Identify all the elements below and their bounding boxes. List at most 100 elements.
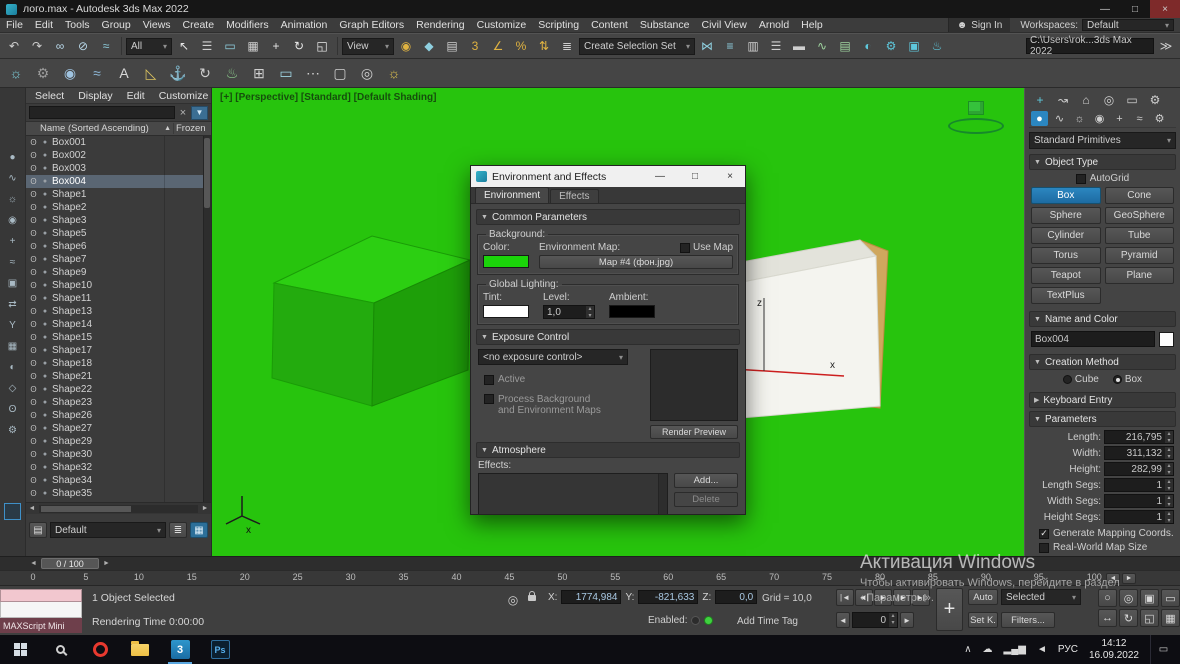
object-color-dot-icon[interactable]: ● — [41, 464, 49, 471]
background-color-swatch[interactable] — [483, 255, 529, 268]
add-time-tag[interactable]: Add Time Tag — [737, 616, 798, 627]
object-color-dot-icon[interactable]: ● — [41, 308, 49, 315]
scene-object-row[interactable]: ʘ ● Shape35 — [26, 487, 211, 500]
taskbar-opera-button[interactable] — [80, 635, 120, 664]
exposure-active-checkbox[interactable] — [484, 375, 494, 385]
object-name-field[interactable]: Box004 — [1031, 331, 1155, 347]
dialog-minimize-button[interactable]: — — [645, 166, 675, 187]
teapot-icon[interactable]: ♨ — [220, 61, 244, 85]
eye-icon[interactable]: ◎ — [355, 61, 379, 85]
taskbar-search-button[interactable] — [40, 635, 80, 664]
frozen-column-header[interactable]: Frozen — [173, 123, 211, 134]
real-world-map-checkbox[interactable] — [1039, 543, 1049, 553]
lock-selection-icon[interactable] — [524, 589, 540, 605]
rollout-creation-method[interactable]: Creation Method — [1029, 354, 1176, 370]
visibility-eye-icon[interactable]: ʘ — [29, 333, 38, 342]
parameter-spinner[interactable]: 311,132 — [1104, 446, 1174, 460]
listener-pane[interactable] — [0, 602, 82, 618]
dialog-titlebar[interactable]: Environment and Effects — □ × — [471, 166, 745, 187]
display-geometry-icon[interactable]: ● — [4, 150, 22, 164]
key-filters-button[interactable]: Filters... — [1001, 612, 1055, 628]
scene-object-row[interactable]: ʘ ● Shape3 — [26, 214, 211, 227]
track-left-icon[interactable]: ◄ — [28, 560, 39, 567]
scene-explorer-toggle-icon[interactable]: ▥ — [742, 36, 764, 56]
listbox-scrollbar[interactable] — [658, 474, 667, 515]
angle-snap-icon[interactable]: ∠ — [487, 36, 509, 56]
object-color-dot-icon[interactable]: ● — [41, 425, 49, 432]
explorer-menu-item[interactable]: Select — [28, 90, 71, 102]
spinner-arrows-icon[interactable] — [1165, 462, 1174, 476]
search-clear-icon[interactable]: × — [177, 107, 189, 119]
object-color-dot-icon[interactable]: ● — [41, 412, 49, 419]
visibility-eye-icon[interactable]: ʘ — [29, 489, 38, 498]
add-effect-button[interactable]: Add... — [674, 473, 738, 488]
spacewarps-category-icon[interactable]: ≈ — [1131, 111, 1148, 126]
zoom-region-icon[interactable]: ▭ — [1161, 589, 1180, 607]
display-shapes-icon[interactable]: ∿ — [4, 171, 22, 185]
key-selection-dropdown[interactable]: Selected — [1001, 589, 1081, 605]
taskbar-photoshop-button[interactable]: Ps — [200, 635, 240, 664]
display-cameras-icon[interactable]: ◉ — [4, 213, 22, 227]
rollout-object-type[interactable]: Object Type — [1029, 154, 1176, 170]
parameter-spinner[interactable]: 1 — [1104, 478, 1174, 492]
reference-coordinate-dropdown[interactable]: View — [342, 38, 394, 55]
select-link-icon[interactable]: ∞ — [49, 36, 71, 56]
explorer-column-header[interactable]: Name (Sorted Ascending) ▲ Frozen — [26, 122, 211, 136]
go-to-start-button[interactable]: |◄ — [836, 589, 854, 606]
close-button[interactable]: × — [1150, 0, 1180, 18]
menu-item[interactable]: Substance — [634, 18, 696, 32]
object-color-dot-icon[interactable]: ● — [41, 373, 49, 380]
display-containers-icon[interactable]: ▦ — [4, 339, 22, 353]
visibility-eye-icon[interactable]: ʘ — [29, 437, 38, 446]
parameter-spinner[interactable]: 282,99 — [1104, 462, 1174, 476]
material-editor-icon[interactable]: ◐ — [857, 36, 879, 56]
sign-in-button[interactable]: ☻ Sign In — [948, 18, 1011, 32]
go-to-end-button[interactable]: ►| — [912, 589, 930, 606]
menu-item[interactable]: Create — [177, 18, 221, 32]
geometry-category-icon[interactable]: ● — [1031, 111, 1048, 126]
menu-item[interactable]: Civil View — [695, 18, 752, 32]
unlink-icon[interactable]: ⊘ — [72, 36, 94, 56]
spinner-arrows-icon[interactable] — [1165, 510, 1174, 524]
object-color-dot-icon[interactable]: ● — [41, 152, 49, 159]
project-path-field[interactable]: C:\Users\rok...3ds Max 2022 — [1026, 38, 1154, 54]
object-color-swatch[interactable] — [1159, 332, 1174, 347]
visibility-eye-icon[interactable]: ʘ — [29, 372, 38, 381]
object-type-button[interactable]: TextPlus — [1031, 287, 1101, 304]
network-icon[interactable]: ▂▄▆ — [1004, 644, 1026, 655]
scene-object-row[interactable]: ʘ ● Shape2 — [26, 201, 211, 214]
scene-object-row[interactable]: ʘ ● Box003 — [26, 162, 211, 175]
visibility-eye-icon[interactable]: ʘ — [29, 281, 38, 290]
creation-method-option[interactable]: Cube — [1063, 374, 1099, 385]
rollout-parameters[interactable]: Parameters — [1029, 411, 1176, 427]
rollout-atmosphere[interactable]: Atmosphere — [476, 442, 740, 458]
cameras-category-icon[interactable]: ◉ — [1091, 111, 1108, 126]
shapes-category-icon[interactable]: ∿ — [1051, 111, 1068, 126]
name-column-header[interactable]: Name (Sorted Ascending) — [26, 123, 164, 134]
render-settings-icon[interactable]: ⚙ — [31, 61, 55, 85]
display-spacewarps-icon[interactable]: ≈ — [4, 255, 22, 269]
visibility-eye-icon[interactable]: ʘ — [29, 216, 38, 225]
visibility-eye-icon[interactable]: ʘ — [29, 411, 38, 420]
object-type-button[interactable]: Tube — [1105, 227, 1175, 244]
schematic-view-icon[interactable]: ▤ — [834, 36, 856, 56]
scrollbar-thumb[interactable] — [204, 138, 210, 208]
display-materials-icon[interactable]: ◐ — [4, 360, 22, 374]
visibility-eye-icon[interactable]: ʘ — [29, 398, 38, 407]
object-type-button[interactable]: Pyramid — [1105, 247, 1175, 264]
rollout-common-parameters[interactable]: Common Parameters — [476, 209, 740, 225]
utilities-tab-icon[interactable]: ⚙ — [1146, 92, 1164, 109]
rollout-keyboard-entry[interactable]: Keyboard Entry — [1029, 392, 1176, 408]
visibility-eye-icon[interactable]: ʘ — [29, 450, 38, 459]
object-color-dot-icon[interactable]: ● — [41, 438, 49, 445]
viewport-label[interactable]: [+] [Perspective] [Standard] [Default Sh… — [220, 92, 436, 103]
time-slider[interactable]: 0 / 100 — [41, 558, 99, 569]
select-manipulate-icon[interactable]: ◆ — [418, 36, 440, 56]
zoom-extents-icon[interactable]: ▣ — [1140, 589, 1159, 607]
object-color-dot-icon[interactable]: ● — [41, 490, 49, 497]
taskbar-3dsmax-button[interactable]: 3 — [160, 635, 200, 664]
viewcube-ring[interactable] — [948, 118, 1004, 134]
level-spinner[interactable]: 1,0 — [543, 305, 595, 319]
object-color-dot-icon[interactable]: ● — [41, 243, 49, 250]
object-type-button[interactable]: Teapot — [1031, 267, 1101, 284]
